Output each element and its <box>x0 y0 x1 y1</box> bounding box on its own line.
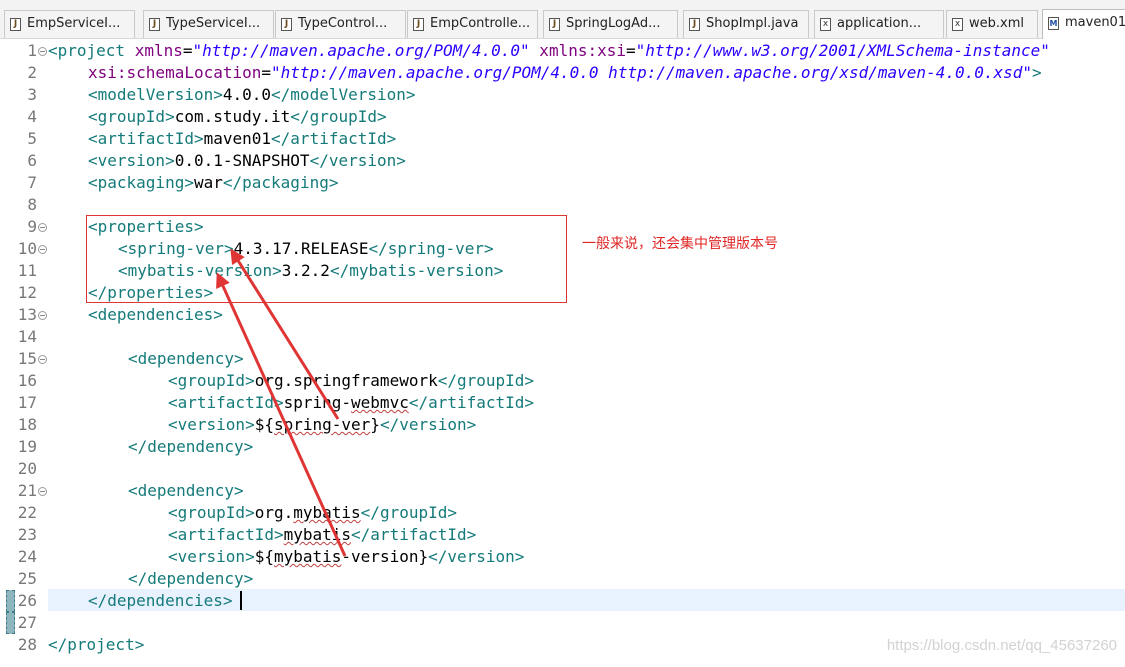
xml-file-icon <box>952 18 963 31</box>
annotation-arrow-mybatis <box>216 272 347 557</box>
editor-tab-bar: EmpServiceI... TypeServiceI... TypeContr… <box>0 0 1125 39</box>
tab-label: web.xml <box>969 16 1024 31</box>
java-file-icon <box>689 18 700 31</box>
tab-label: application... <box>837 16 922 31</box>
tab-typeservicei[interactable]: TypeServiceI... <box>143 10 274 38</box>
annotation-arrows <box>216 248 347 557</box>
java-file-icon <box>413 18 424 31</box>
tab-label: TypeServiceI... <box>166 16 261 31</box>
tab-shopimpl[interactable]: ShopImpl.java <box>683 10 809 38</box>
annotation-arrow-spring <box>230 248 340 420</box>
xml-file-icon <box>820 18 831 31</box>
tab-web-xml[interactable]: web.xml <box>946 10 1038 38</box>
tab-label: maven01/p <box>1065 15 1125 30</box>
tab-maven01-pom[interactable]: maven01/p <box>1042 9 1125 39</box>
java-file-icon <box>549 18 560 31</box>
watermark: https://blog.csdn.net/qq_45637260 <box>886 637 1117 654</box>
tab-typecontrol[interactable]: TypeControl... <box>275 10 406 38</box>
tab-label: ShopImpl.java <box>706 16 799 31</box>
java-file-icon <box>10 18 21 31</box>
tab-empcontrolle[interactable]: EmpControlle... <box>407 10 538 38</box>
tab-application[interactable]: application... <box>814 10 944 38</box>
tab-empservicei[interactable]: EmpServiceI... <box>4 10 135 38</box>
tab-label: EmpControlle... <box>430 16 531 31</box>
tab-label: TypeControl... <box>298 16 388 31</box>
code-editor[interactable]: 1 2 3 4 5 6 7 8 9 10 11 12 13 14 15 16 1… <box>0 39 1125 667</box>
java-file-icon <box>149 18 160 31</box>
tab-label: EmpServiceI... <box>27 16 121 31</box>
java-file-icon <box>281 18 292 31</box>
tab-springlogad[interactable]: SpringLogAd... <box>543 10 678 38</box>
tab-label: SpringLogAd... <box>566 16 661 31</box>
maven-pom-icon <box>1048 17 1059 30</box>
